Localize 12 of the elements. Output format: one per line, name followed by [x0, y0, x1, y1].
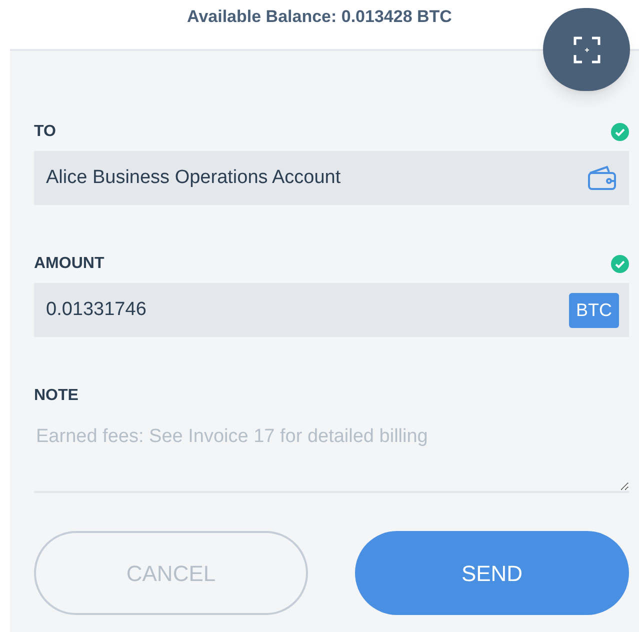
field-value: 0.01331746	[46, 298, 146, 322]
currency-badge: BTC	[569, 292, 619, 328]
field-value: Alice Business Operations Account	[46, 166, 341, 190]
field-label: TO	[34, 122, 56, 142]
field-label: AMOUNT	[34, 254, 104, 274]
amount-field[interactable]: 0.01331746 BTC	[34, 283, 629, 337]
wallet-icon	[587, 165, 617, 191]
field-label: NOTE	[34, 386, 78, 406]
balance-text: Available Balance: 0.013428 BTC	[187, 6, 452, 28]
recipient-field[interactable]: Alice Business Operations Account	[34, 151, 629, 205]
scan-icon	[572, 36, 600, 64]
note-field[interactable]: Earned fees: See Invoice 17 for detailed billing	[34, 415, 629, 493]
